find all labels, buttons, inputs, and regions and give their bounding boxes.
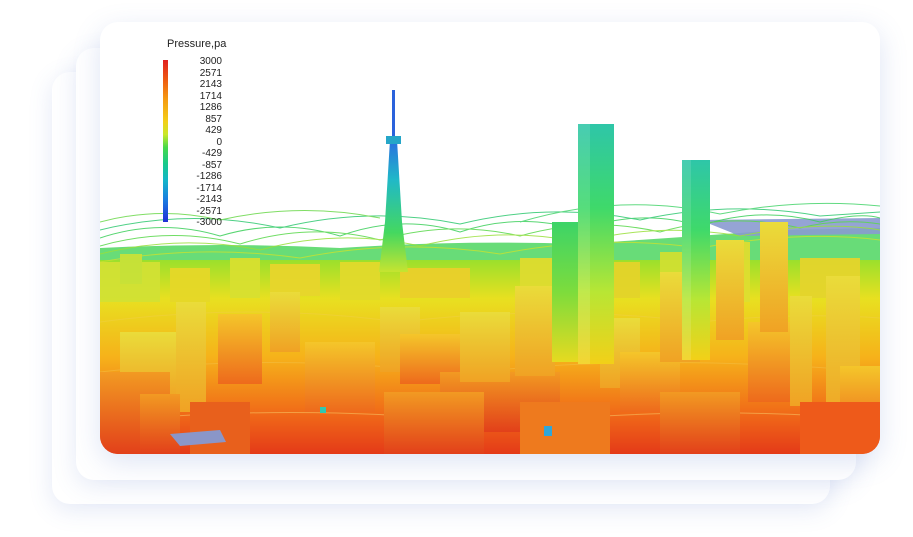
legend-tick: 2571 [199, 67, 222, 79]
legend-tick: -857 [201, 159, 222, 171]
legend-tick: -1286 [196, 171, 222, 182]
legend-tick: 1286 [199, 102, 222, 113]
legend-tick: -2143 [196, 194, 222, 205]
legend-tick: 2143 [199, 79, 222, 90]
legend-tick: 429 [205, 125, 222, 136]
pressure-legend: Pressure,pa 3000 2571 2143 1714 1286 857… [162, 38, 282, 238]
legend-tick: 857 [205, 113, 222, 125]
legend-tick: -429 [201, 148, 222, 159]
legend-tick: 3000 [199, 56, 222, 67]
simulation-card: Pressure,pa 3000 2571 2143 1714 1286 857… [100, 22, 880, 454]
legend-tick: -2571 [196, 205, 222, 217]
legend-tick: 1714 [199, 90, 222, 102]
legend-tick: -1714 [196, 182, 222, 194]
legend-color-bar [163, 60, 168, 222]
legend-tick: 0 [216, 136, 222, 148]
legend-tick: -3000 [196, 217, 222, 228]
legend-title: Pressure,pa [167, 38, 227, 50]
